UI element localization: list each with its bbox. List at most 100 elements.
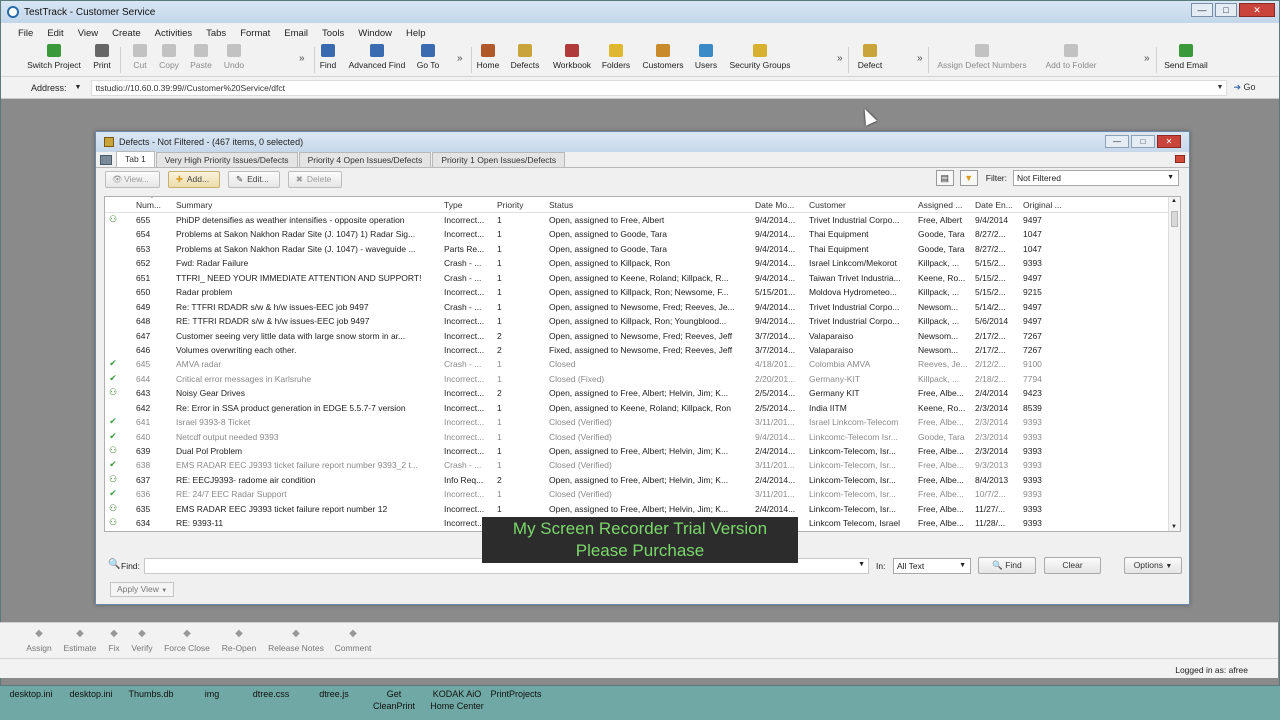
table-row[interactable]: ✔ 641 Israel 9393-8 Ticket Incorrect... 1 Clo… <box>105 415 1180 429</box>
close-button[interactable]: ✕ <box>1239 3 1275 17</box>
toolbar-customers-button[interactable]: Customers <box>642 44 684 70</box>
desktop-file-item[interactable]: desktop.ini <box>9 688 52 700</box>
add-button[interactable]: ✚ Add... <box>167 170 221 188</box>
toolbar-print-button[interactable]: Print <box>93 44 111 70</box>
filter-select[interactable]: Not Filtered ▼ <box>1013 170 1179 186</box>
menu-view[interactable]: View <box>71 28 105 39</box>
table-row[interactable]: 649 Re: TTFRI RDADR s/w & h/w issues-EEC … <box>105 300 1180 314</box>
toolbar-add-to-folder-button[interactable]: Add to Folder <box>1045 44 1097 70</box>
options-button[interactable]: Options ▼ <box>1124 557 1182 574</box>
defects-maximize-button[interactable]: □ <box>1131 135 1155 148</box>
column-header[interactable]: Original ... <box>1023 200 1062 210</box>
desktop-file-item[interactable]: dtree.css <box>253 688 290 700</box>
desktop-file-item[interactable]: Thumbs.db <box>128 688 173 700</box>
address-input[interactable]: ttstudio://10.60.0.39:99//Customer%20Ser… <box>91 79 1228 96</box>
go-button[interactable]: ➜ Go <box>1233 82 1255 93</box>
column-header[interactable]: Assigned ... <box>918 200 962 210</box>
apply-view-button[interactable]: Apply View ▼ <box>110 582 175 597</box>
toolbar-home-button[interactable]: Home <box>477 44 499 70</box>
toolbar-find-button[interactable]: Find <box>320 44 336 70</box>
maximize-button[interactable]: □ <box>1215 3 1237 17</box>
workflow-assign-button[interactable]: ◆ Assign <box>26 628 52 653</box>
menu-tabs[interactable]: Tabs <box>199 28 233 39</box>
menu-edit[interactable]: Edit <box>40 28 70 39</box>
table-row[interactable]: ✔ 636 RE: 24/7 EEC Radar Support Incorrect.… <box>105 487 1180 501</box>
toolbar-overflow-icon[interactable]: » <box>917 53 923 64</box>
column-header[interactable]: Type <box>444 200 462 210</box>
workflow-comment-button[interactable]: ◆ Comment <box>335 628 372 653</box>
edit-button[interactable]: ✎ Edit... <box>228 170 280 188</box>
toolbar-switch-project-button[interactable]: Switch Project <box>27 44 81 70</box>
minimize-button[interactable]: — <box>1191 3 1213 17</box>
desktop-file-item[interactable]: img <box>205 688 220 700</box>
toolbar-overflow-icon[interactable]: » <box>299 53 305 64</box>
table-row[interactable]: ⚇ 637 RE: EECJ9393- radome air condition In… <box>105 473 1180 487</box>
tab-overflow-icon[interactable] <box>1175 155 1185 163</box>
table-row[interactable]: 642 Re: Error in SSA product generation i… <box>105 401 1180 415</box>
column-header[interactable]: Customer <box>809 200 846 210</box>
workflow-re-open-button[interactable]: ◆ Re-Open <box>222 628 257 653</box>
toolbar-paste-button[interactable]: Paste <box>190 44 212 70</box>
desktop-file-item[interactable]: PrintProjects <box>490 688 541 700</box>
toolbar-security-groups-button[interactable]: Security Groups <box>730 44 790 70</box>
toolbar-overflow-icon[interactable]: » <box>837 53 843 64</box>
desktop-file-item[interactable]: dtree.js <box>319 688 349 700</box>
workflow-estimate-button[interactable]: ◆ Estimate <box>63 628 96 653</box>
menu-format[interactable]: Format <box>233 28 277 39</box>
toolbar-overflow-icon[interactable]: » <box>457 53 463 64</box>
desktop-file-item[interactable]: KODAK AiO Home Center <box>430 688 484 712</box>
scroll-up-icon[interactable]: ▲ <box>1171 198 1177 204</box>
view-button[interactable]: 👁View... <box>105 170 160 188</box>
desktop-file-item[interactable]: Get CleanPrint <box>373 688 415 712</box>
menu-create[interactable]: Create <box>105 28 148 39</box>
column-header[interactable]: Date Mo... <box>755 200 794 210</box>
column-header[interactable]: Priority <box>497 200 523 210</box>
table-row[interactable]: 650 Radar problem Incorrect... 1 Open, assig… <box>105 285 1180 299</box>
chevron-down-icon[interactable]: ▼ <box>1217 81 1224 95</box>
toolbar-workbook-button[interactable]: Workbook <box>553 44 591 70</box>
find-button[interactable]: 🔍 Find <box>978 557 1036 574</box>
toolbar-defect-button[interactable]: Defect <box>858 44 882 70</box>
column-header[interactable]: Status <box>549 200 573 210</box>
workflow-force-close-button[interactable]: ◆ Force Close <box>164 628 210 653</box>
table-row[interactable]: ✔ 644 Critical error messages in Karlsruhe… <box>105 372 1180 386</box>
vertical-scrollbar[interactable]: ▲ ▼ <box>1168 197 1180 531</box>
tab-1[interactable]: Tab 1 <box>116 151 155 167</box>
table-row[interactable]: ⚇ 639 Dual Pol Problem Incorrect... 1 Open, a… <box>105 444 1180 458</box>
desktop-file-item[interactable]: desktop.ini <box>69 688 112 700</box>
workflow-verify-button[interactable]: ◆ Verify <box>131 628 152 653</box>
filter-icon[interactable]: ▼ <box>959 170 978 186</box>
address-dropdown-icon[interactable]: ▼ <box>75 84 82 91</box>
toolbar-undo-button[interactable]: Undo <box>224 44 244 70</box>
table-row[interactable]: 648 RE: TTFRI RDADR s/w & h/w issues-EEC … <box>105 314 1180 328</box>
table-row[interactable]: ✔ 645 AMVA radar Crash - ... 1 Closed 4/18/201… <box>105 357 1180 371</box>
delete-button[interactable]: ✖ Delete <box>287 170 343 188</box>
menu-tools[interactable]: Tools <box>315 28 351 39</box>
table-row[interactable]: 653 Problems at Sakon Nakhon Radar Site (… <box>105 242 1180 256</box>
column-header[interactable]: Num... <box>136 200 161 210</box>
workflow-release-notes-button[interactable]: ◆ Release Notes <box>268 628 324 653</box>
menu-file[interactable]: File <box>11 28 40 39</box>
column-header[interactable]: Date En... <box>975 200 1013 210</box>
tab-list-icon[interactable] <box>100 154 112 165</box>
toolbar-assign-defect-numbers-button[interactable]: Assign Defect Numbers <box>937 44 1027 70</box>
table-row[interactable]: ✔ 640 Netcdf output needed 9393 Incorrect..… <box>105 430 1180 444</box>
menu-activities[interactable]: Activities <box>148 28 199 39</box>
toolbar-users-button[interactable]: Users <box>695 44 717 70</box>
chevron-down-icon[interactable]: ▼ <box>858 561 865 568</box>
table-row[interactable]: ⚇ 635 EMS RADAR EEC J9393 ticket failure r… <box>105 502 1180 516</box>
toolbar-cut-button[interactable]: Cut <box>133 44 147 70</box>
toolbar-defects-button[interactable]: Defects <box>511 44 539 70</box>
table-row[interactable]: 652 Fwd: Radar Failure Crash - ... 1 Open, a… <box>105 256 1180 270</box>
toolbar-advanced-find-button[interactable]: Advanced Find <box>349 44 405 70</box>
menu-help[interactable]: Help <box>399 28 433 39</box>
in-select[interactable]: All Text ▼ <box>893 558 971 574</box>
workflow-fix-button[interactable]: ◆ Fix <box>108 628 120 653</box>
toolbar-go-to-button[interactable]: Go To <box>417 44 439 70</box>
chart-icon[interactable]: ▤ <box>935 170 954 186</box>
table-row[interactable]: 654 Problems at Sakon Nakhon Radar Site (… <box>105 227 1180 241</box>
table-row[interactable]: ⚇ 655 PhiDP detensifies as weather intensi… <box>105 213 1180 227</box>
menu-window[interactable]: Window <box>351 28 399 39</box>
table-row[interactable]: ⚇ 643 Noisy Gear Drives Incorrect... 2 Open, … <box>105 386 1180 400</box>
toolbar-send-email-button[interactable]: Send Email <box>1164 44 1208 70</box>
